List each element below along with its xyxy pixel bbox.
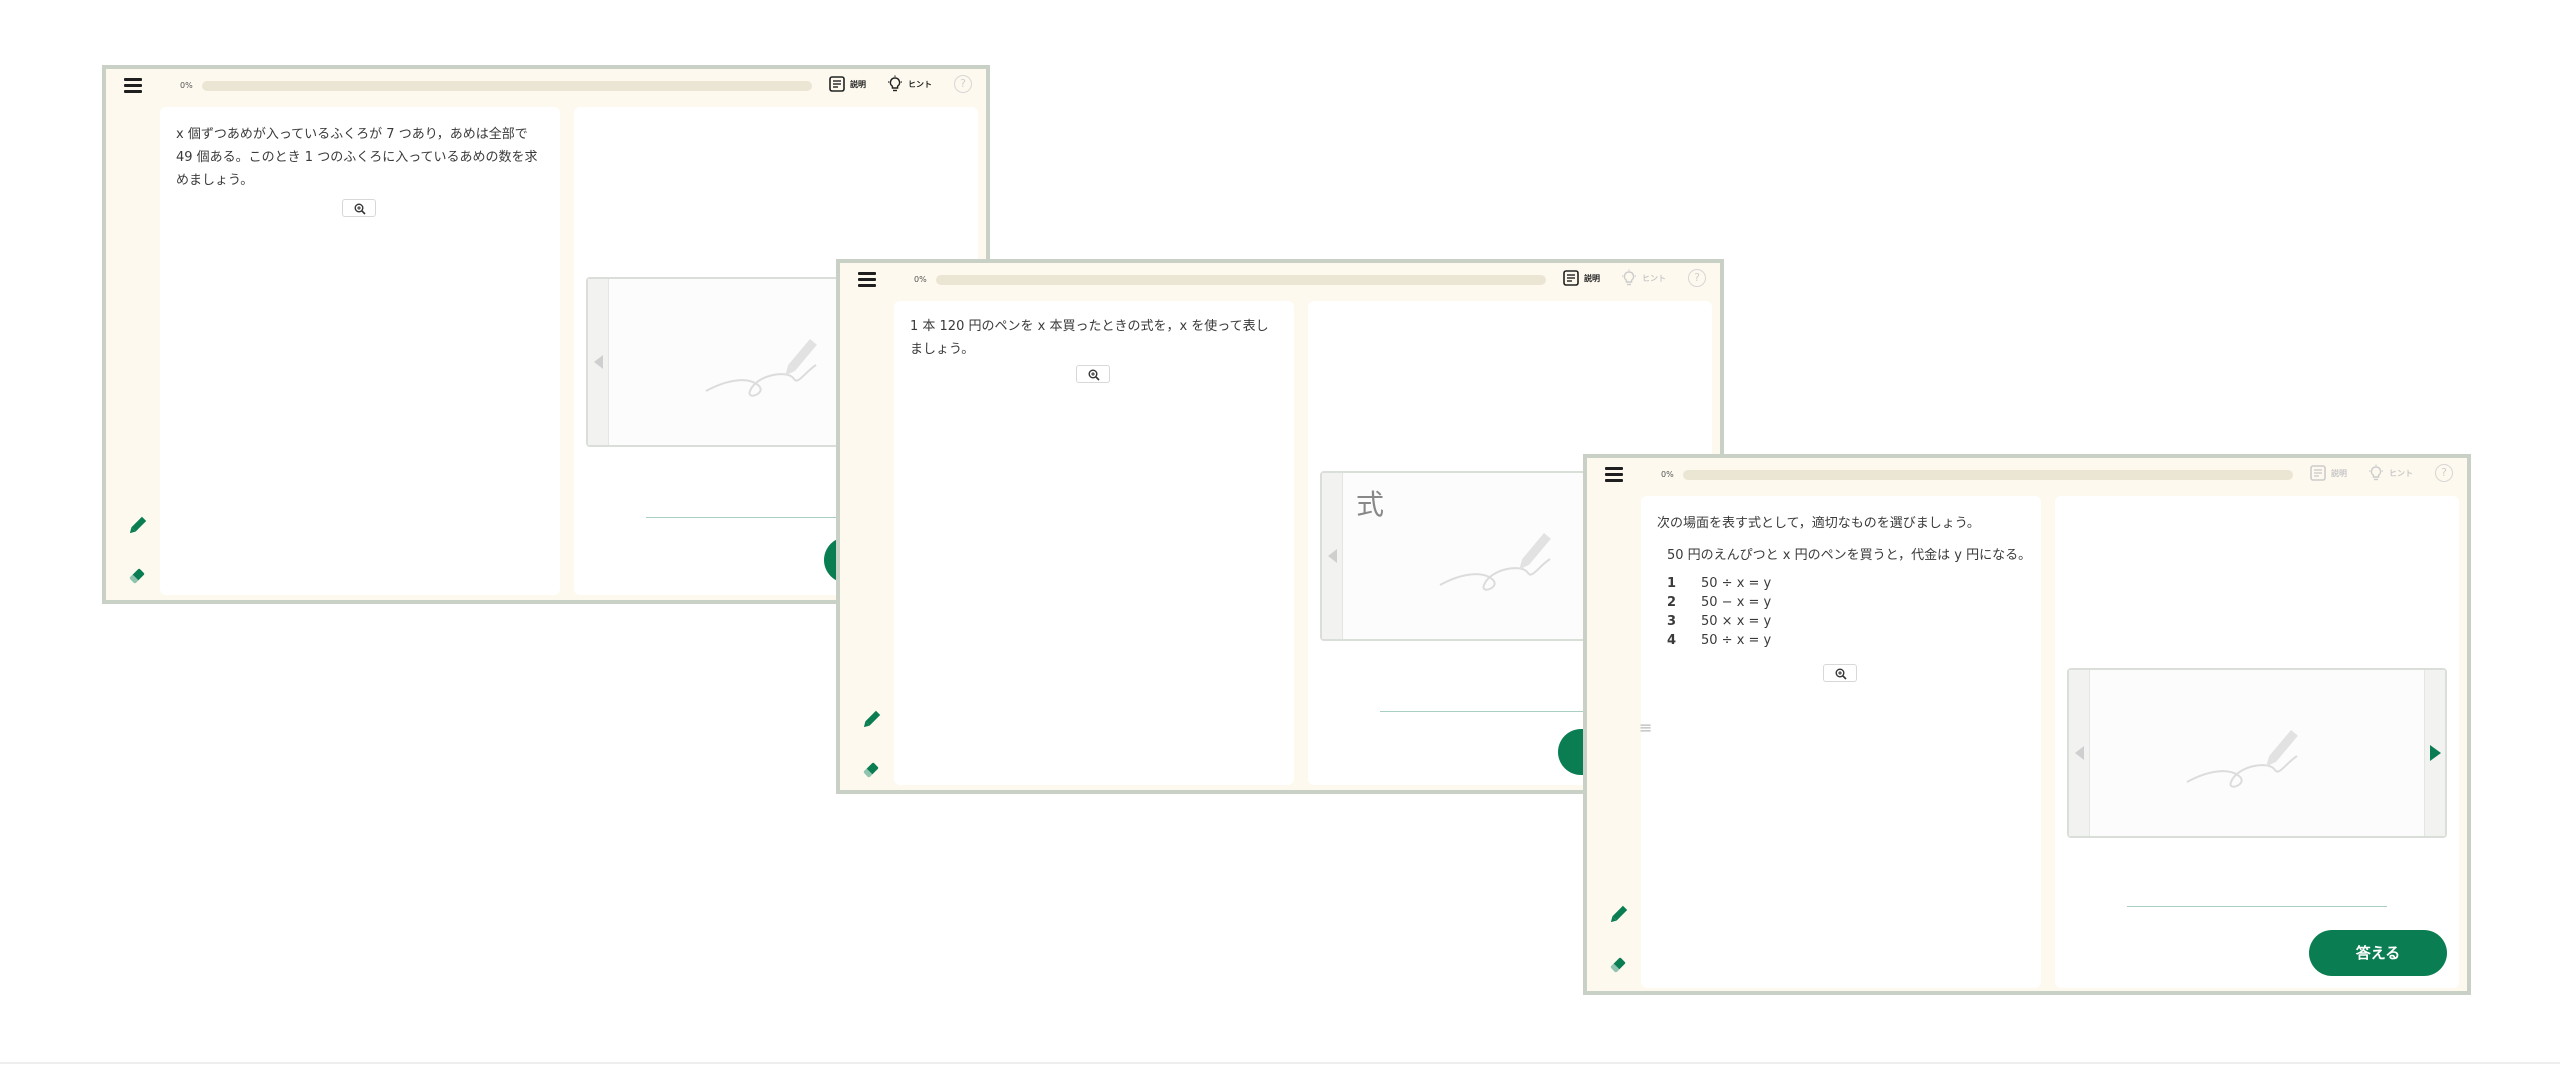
zoom-button[interactable] xyxy=(1823,664,1857,682)
choice-item[interactable]: 4 50 ÷ x = y xyxy=(1667,633,1771,652)
lightbulb-icon xyxy=(888,75,902,92)
explain-label: 説明 xyxy=(850,79,866,89)
progress-bar xyxy=(1683,470,2293,480)
choice-list: 1 50 ÷ x = y 2 50 − x = y 3 50 × x = y 4 50 … xyxy=(1667,576,1771,652)
choice-number: 4 xyxy=(1667,633,1677,648)
top-bar: 0% 説明 ヒント ? xyxy=(840,263,1720,301)
hint-label: ヒント xyxy=(1642,273,1666,283)
handwriting-pencil-icon xyxy=(705,339,817,397)
progress-bar xyxy=(202,81,812,91)
handwriting-pencil-icon xyxy=(1439,533,1551,591)
question-text: x 個ずつあめが入っているふくろが 7 つあり，あめは全部で 49 個ある。この… xyxy=(176,123,546,192)
pencil-icon[interactable] xyxy=(860,709,882,731)
help-icon[interactable]: ? xyxy=(954,75,972,93)
zoom-button[interactable] xyxy=(342,199,376,217)
pencil-icon[interactable] xyxy=(126,515,148,537)
explain-button[interactable]: 説明 xyxy=(828,75,866,93)
question-window-3: 0% 説明 ヒント ? 次の場面を表す式として，適切なものを選びましょう。 50… xyxy=(1583,454,2471,995)
menu-icon[interactable] xyxy=(124,77,144,95)
help-icon[interactable]: ? xyxy=(1688,269,1706,287)
answer-button[interactable]: 答える xyxy=(2309,930,2447,976)
arrow-left-icon xyxy=(1328,549,1337,563)
choice-item[interactable]: 2 50 − x = y xyxy=(1667,595,1771,614)
explain-icon xyxy=(829,76,845,92)
explain-icon xyxy=(2310,465,2326,481)
pad-prev-strip[interactable] xyxy=(2069,670,2090,836)
explain-button[interactable]: 説明 xyxy=(2309,464,2347,482)
explain-icon xyxy=(1563,270,1579,286)
hint-button[interactable]: ヒント xyxy=(886,75,932,93)
progress-bar xyxy=(936,275,1546,285)
explain-label: 説明 xyxy=(1584,273,1600,283)
choice-number: 1 xyxy=(1667,576,1677,591)
choice-item[interactable]: 3 50 × x = y xyxy=(1667,614,1771,633)
question-line: めましょう。 xyxy=(176,173,254,188)
choice-expression: 50 × x = y xyxy=(1701,614,1772,629)
question-line: 1 本 120 円のペンを x 本買ったときの式を，x を使って表し xyxy=(910,319,1269,334)
question-panel: 次の場面を表す式として，適切なものを選びましょう。 50 円のえんぴつと x 円… xyxy=(1639,496,2041,988)
lightbulb-icon xyxy=(1622,269,1636,286)
hint-button[interactable]: ヒント xyxy=(1620,269,1666,287)
handwriting-pencil-icon xyxy=(2186,730,2298,788)
drag-handle-icon[interactable]: ≡ xyxy=(1639,718,1652,737)
menu-icon[interactable] xyxy=(1605,466,1625,484)
progress-percent: 0% xyxy=(180,81,193,90)
answer-panel: 答える xyxy=(2055,496,2459,988)
arrow-left-icon xyxy=(594,355,603,369)
question-panel: x 個ずつあめが入っているふくろが 7 つあり，あめは全部で 49 個ある。この… xyxy=(160,107,560,595)
handwriting-pad[interactable] xyxy=(2067,668,2447,838)
choice-expression: 50 − x = y xyxy=(1701,595,1772,610)
pad-prev-strip[interactable] xyxy=(1322,473,1343,639)
question-text: 1 本 120 円のペンを x 本買ったときの式を，x を使って表し ましょう。 xyxy=(910,315,1280,361)
answer-underline xyxy=(2127,906,2387,907)
choice-item[interactable]: 1 50 ÷ x = y xyxy=(1667,576,1771,595)
choice-expression: 50 ÷ x = y xyxy=(1701,633,1772,648)
question-panel: 1 本 120 円のペンを x 本買ったときの式を，x を使って表し ましょう。 xyxy=(894,301,1294,785)
question-text: 次の場面を表す式として，適切なものを選びましょう。 xyxy=(1657,512,2037,535)
lightbulb-icon xyxy=(2369,464,2383,481)
eraser-icon[interactable] xyxy=(1607,954,1629,976)
eraser-icon[interactable] xyxy=(860,759,882,781)
pad-prev-strip[interactable] xyxy=(588,279,609,445)
explain-label: 説明 xyxy=(2331,468,2347,478)
top-bar: 0% 説明 ヒント ? xyxy=(106,69,986,107)
question-line: ましょう。 xyxy=(910,342,975,357)
zoom-in-icon xyxy=(1088,369,1100,381)
scene-text: 50 円のえんぴつと x 円のペンを買うと，代金は y 円になる。 xyxy=(1667,548,2032,563)
pencil-icon[interactable] xyxy=(1607,904,1629,926)
question-line: 次の場面を表す式として，適切なものを選びましょう。 xyxy=(1657,516,1980,531)
zoom-button[interactable] xyxy=(1076,365,1110,383)
page-bottom-divider xyxy=(0,1062,2560,1064)
progress-percent: 0% xyxy=(914,275,927,284)
choice-expression: 50 ÷ x = y xyxy=(1701,576,1772,591)
zoom-in-icon xyxy=(1835,668,1847,680)
menu-icon[interactable] xyxy=(858,271,878,289)
explain-button[interactable]: 説明 xyxy=(1562,269,1600,287)
help-icon[interactable]: ? xyxy=(2435,464,2453,482)
eraser-icon[interactable] xyxy=(126,565,148,587)
progress-percent: 0% xyxy=(1661,470,1674,479)
question-line: 49 個ある。このとき 1 つのふくろに入っているあめの数を求 xyxy=(176,150,538,165)
hint-button[interactable]: ヒント xyxy=(2367,464,2413,482)
hint-label: ヒント xyxy=(908,79,932,89)
hint-label: ヒント xyxy=(2389,468,2413,478)
top-bar: 0% 説明 ヒント ? xyxy=(1587,458,2467,496)
formula-label: 式 xyxy=(1356,488,1385,521)
question-line: x 個ずつあめが入っているふくろが 7 つあり，あめは全部で xyxy=(176,127,528,142)
choice-number: 3 xyxy=(1667,614,1677,629)
arrow-left-icon xyxy=(2075,746,2084,760)
pad-next-strip[interactable] xyxy=(2424,670,2445,836)
arrow-right-icon xyxy=(2430,745,2441,761)
zoom-in-icon xyxy=(354,203,366,215)
choice-number: 2 xyxy=(1667,595,1677,610)
